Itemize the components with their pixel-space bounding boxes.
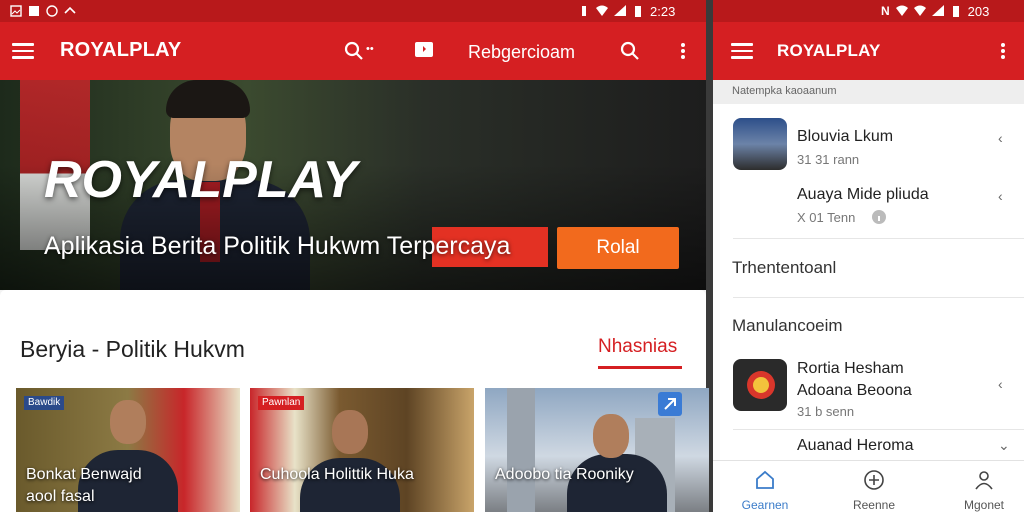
search-icon[interactable] [620,41,640,61]
nav-label: Reenne [852,498,896,512]
profile-icon [975,471,993,490]
network-icon [64,6,76,14]
divider [733,238,1024,239]
chevron-left-icon[interactable]: ‹ [998,130,1003,146]
info-icon [872,210,886,224]
news-card[interactable]: Pawnlan Cuhoola Holittik Huka [250,388,474,512]
nav-label: Mgonet [963,498,1005,512]
news-badge: Bawdik [24,396,65,410]
see-more-link[interactable]: Nhasnias [598,336,677,358]
list-subheader: Natempka kaoaanum [713,80,1024,104]
vibrate-icon [582,6,586,16]
bottom-navigation: Gearnen Reenne Mgonet [713,460,1024,512]
hero-brand: ROYALPLAY [44,151,357,209]
nfc-icon: N [881,4,890,18]
bookmark-icon[interactable] [414,40,434,60]
status-time: 2:23 [650,3,676,19]
wifi-icon [895,5,908,16]
chevron-left-icon[interactable]: ‹ [998,188,1003,204]
item-title-line-2: Adoana Beoona [797,382,912,399]
status-bar: N 203 [713,0,1024,22]
item-thumbnail [733,359,787,411]
app-bar: ROYALPLAY [713,22,1024,80]
chevron-down-icon[interactable]: ⌄ [998,437,1010,454]
item-title: Auaya Mide pliuda [797,186,929,203]
news-card[interactable]: Bawdik Bonkat Benwajd aool fasal [16,388,240,512]
news-caption: Adoobo tia Rooniky [495,466,634,483]
item-title: Rortia Hesham [797,360,904,377]
section-heading: Manulancoeim [732,316,843,335]
nav-label: Gearnen [741,498,789,512]
hero-subtitle: Aplikasia Berita Politik Hukwm Terpercay… [44,232,511,260]
search-icon[interactable] [344,41,364,61]
menu-icon[interactable] [731,43,753,59]
status-time: 203 [967,3,990,19]
news-caption-line-2: aool fasal [26,488,95,505]
nav-item-home[interactable]: Gearnen [730,469,800,512]
system-icons: N 203 [881,4,989,19]
gallery-icon [29,6,39,16]
app-title: ROYALPLAY [60,39,182,61]
wifi-icon [596,5,608,16]
hero-action-button[interactable]: Rolal [557,227,679,269]
system-icons: 2:23 [578,4,675,19]
nav-item-profile[interactable]: Mgonet [949,469,1019,512]
section-label[interactable]: Rebgercioam [468,42,575,63]
share-icon[interactable] [658,392,682,416]
news-caption: Cuhoola Holittik Huka [260,466,414,483]
news-card[interactable]: Adoobo tia Rooniky [485,388,709,512]
app-title: ROYALPLAY [777,41,881,60]
item-meta: 31 b senn [797,404,855,419]
more-options-icon[interactable] [1001,43,1005,59]
item-title: Blouvia Lkum [797,128,894,145]
item-meta: 31 31 rann [797,152,860,167]
nav-item-add[interactable]: Reenne [839,469,909,512]
news-badge: Pawnlan [258,396,305,410]
plus-circle-icon [864,470,884,490]
right-screen: N 203 ROYALPLAY Natempka kaoaanum Blouvi… [713,0,1024,512]
list-item[interactable]: Blouvia Lkum 31 31 rann ‹ Auaya Mide pli… [713,104,1024,234]
clock-icon [46,5,58,17]
home-icon [756,470,774,489]
divider [733,297,1024,298]
status-bar: 2:23 [0,0,706,22]
image-icon [10,5,22,17]
signal-icon [913,5,926,16]
news-caption: Bonkat Benwajd [26,466,142,483]
see-more-underline [598,366,682,369]
signal-icon [614,5,626,16]
chevron-left-icon[interactable]: ‹ [998,376,1003,392]
divider [733,429,1024,430]
hero-overlay: ROYALPLAY Aplikasia Berita Politik Hukwm… [0,80,706,290]
section-title: Beryia - Politik Hukvm [20,336,245,362]
menu-icon[interactable] [12,43,34,59]
more-options-icon[interactable] [681,43,685,59]
item-meta: X 01 Tenn [797,210,856,225]
battery-icon [952,6,959,17]
notification-icons [10,5,76,17]
left-screen: 2:23 ROYALPLAY •• Rebgercioam ROYALPLAY … [0,0,709,512]
battery-icon [635,6,641,17]
app-bar: ROYALPLAY •• Rebgercioam [0,22,706,80]
search-label[interactable]: •• [366,43,374,55]
item-thumbnail [733,118,787,170]
section-heading: Trhententoanl [732,258,837,277]
item-title[interactable]: Auanad Heroma [797,437,914,455]
signal-strength-icon [931,5,944,16]
